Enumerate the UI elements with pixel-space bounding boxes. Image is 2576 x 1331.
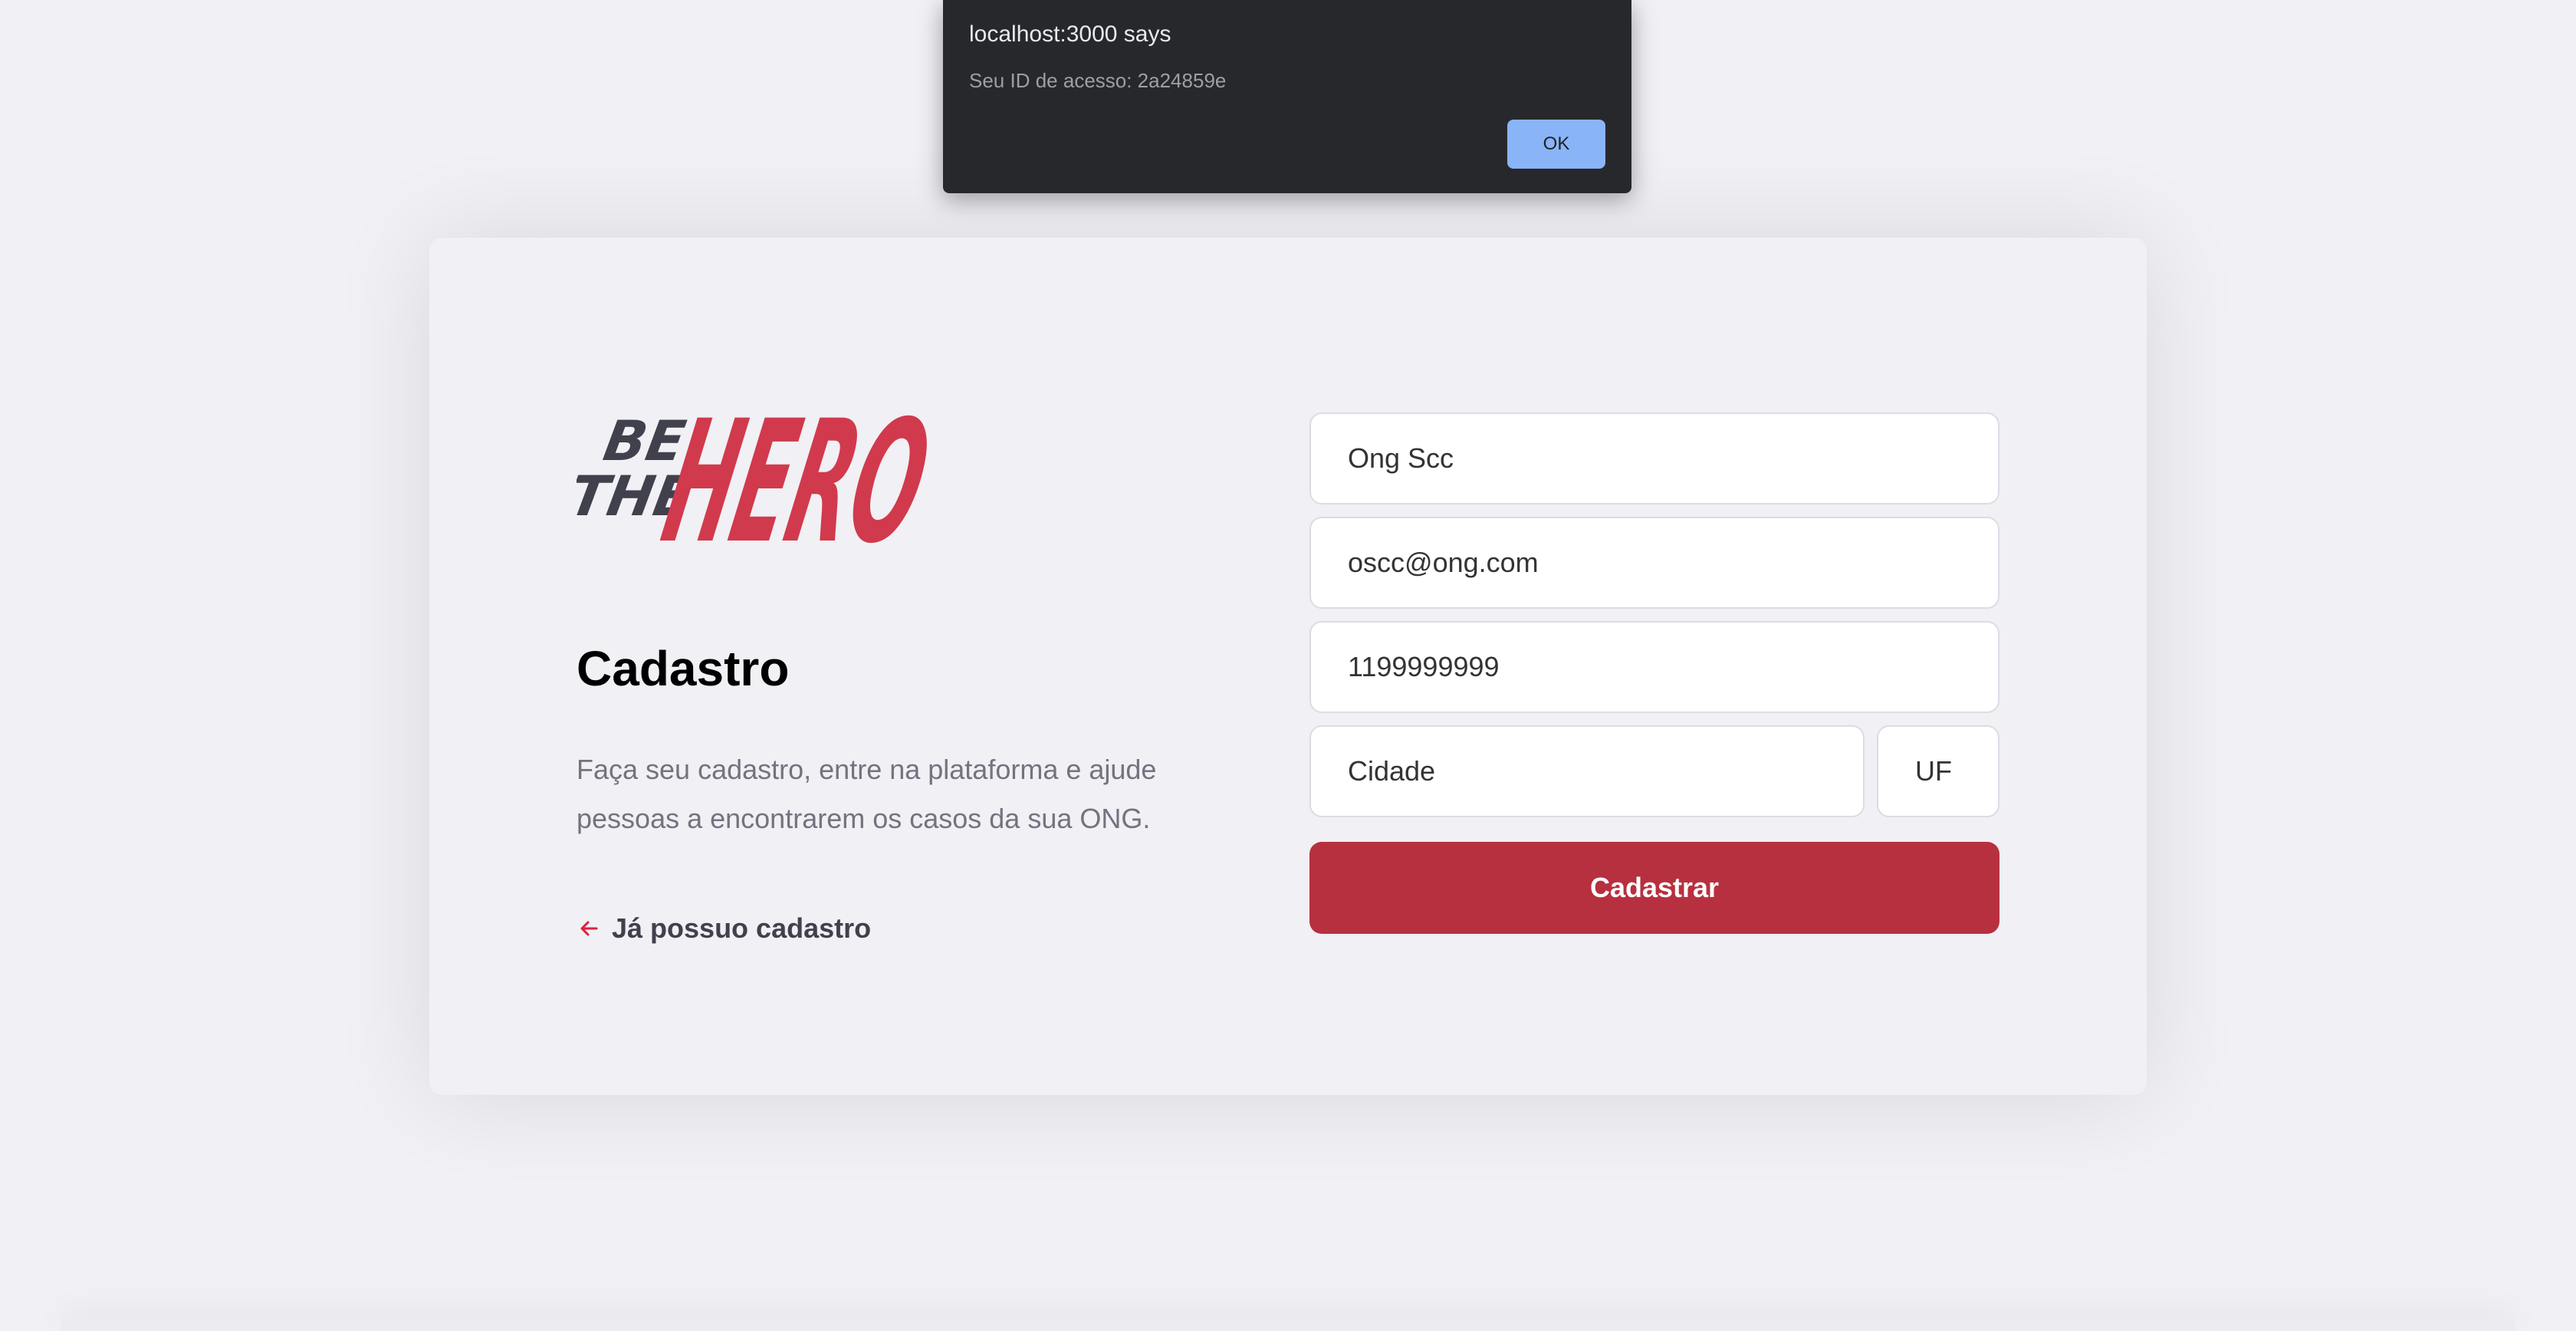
uf-input[interactable]: UF xyxy=(1877,725,1999,817)
whatsapp-input[interactable]: 1199999999 xyxy=(1309,621,1999,713)
name-input[interactable]: Ong Scc xyxy=(1309,412,1999,504)
alert-ok-button[interactable]: OK xyxy=(1507,120,1605,169)
email-input-value: oscc@ong.com xyxy=(1348,547,1539,578)
name-input-value: Ong Scc xyxy=(1348,442,1454,474)
alert-message: Seu ID de acesso: 2a24859e xyxy=(969,69,1227,92)
email-input[interactable]: oscc@ong.com xyxy=(1309,517,1999,609)
page-title: Cadastro xyxy=(577,641,790,696)
alert-title: localhost:3000 says xyxy=(969,21,1171,47)
page: BE THE HERO Cadastro Faça seu cadastro, … xyxy=(0,0,2576,1331)
be-the-hero-logo: BE THE HERO xyxy=(577,384,945,560)
logo-hero: HERO xyxy=(649,384,944,560)
city-input[interactable]: Cidade xyxy=(1309,725,1865,817)
alert-dialog: localhost:3000 says Seu ID de acesso: 2a… xyxy=(943,0,1631,193)
register-card: BE THE HERO Cadastro Faça seu cadastro, … xyxy=(429,238,2147,1095)
back-to-login-link[interactable]: Já possuo cadastro xyxy=(577,912,871,945)
description-line-2: pessoas a encontrarem os casos da sua ON… xyxy=(577,803,1151,834)
back-link-label: Já possuo cadastro xyxy=(612,912,872,944)
description-line-1: Faça seu cadastro, entre na plataforma e… xyxy=(577,754,1157,785)
arrow-left-icon xyxy=(580,921,598,936)
register-description: Faça seu cadastro, entre na plataforma e… xyxy=(577,745,1190,843)
city-input-placeholder: Cidade xyxy=(1348,755,1436,787)
whatsapp-input-value: 1199999999 xyxy=(1348,651,1500,682)
submit-button[interactable]: Cadastrar xyxy=(1309,842,1999,934)
uf-input-placeholder: UF xyxy=(1915,755,1952,787)
bottom-edge xyxy=(61,1319,2515,1331)
